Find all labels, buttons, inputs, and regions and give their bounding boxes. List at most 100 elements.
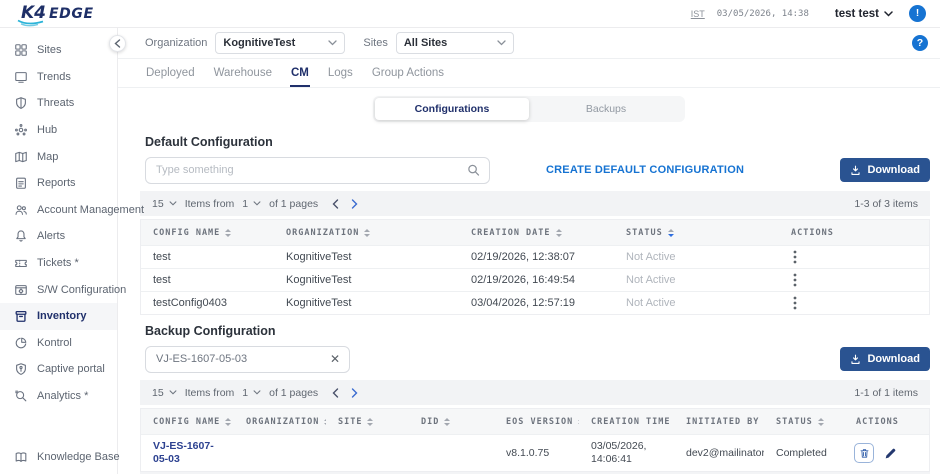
app-window: K4 EDGE IST 03/05/2026, 14:38 test test …	[0, 0, 940, 474]
row-actions-menu-icon[interactable]	[779, 273, 929, 287]
col-did: DID	[421, 417, 439, 427]
notification-badge-icon[interactable]: !	[909, 5, 926, 22]
sidebar-item-label: S/W Configuration	[37, 284, 126, 296]
sort-icon-active[interactable]	[668, 229, 674, 237]
chevron-left-icon	[114, 39, 121, 48]
sidebar-item-account-management[interactable]: Account Management	[0, 197, 117, 224]
col-organization: ORGANIZATION	[246, 417, 319, 427]
download-label: Download	[867, 164, 920, 176]
sidebar-item-kontrol[interactable]: Kontrol	[0, 330, 117, 357]
row-actions-menu-icon[interactable]	[779, 296, 929, 310]
pagination-arrows	[332, 199, 358, 209]
sort-icon[interactable]	[367, 418, 373, 426]
sidebar-item-knowledge-base[interactable]: Knowledge Base	[0, 443, 117, 470]
col-config-name: CONFIG NAME	[153, 228, 220, 238]
sidebar-item-map[interactable]: Map	[0, 143, 117, 170]
table-row: test KognitiveTest 02/19/2026, 12:38:07 …	[141, 245, 929, 268]
edit-button[interactable]	[884, 447, 897, 460]
monitor-icon	[14, 70, 28, 84]
page-select[interactable]: 1	[242, 387, 261, 399]
help-icon[interactable]: ?	[912, 35, 928, 51]
items-range-label: 1-3 of 3 items	[854, 198, 918, 210]
next-page-icon[interactable]	[351, 199, 358, 209]
clear-search-icon[interactable]: ✕	[330, 353, 340, 365]
cell-config-name: test	[141, 251, 274, 263]
default-config-download-button[interactable]: Download	[840, 158, 930, 182]
toggle-configurations[interactable]: Configurations	[375, 98, 529, 120]
sidebar-collapse-button[interactable]	[109, 35, 126, 52]
prev-page-icon[interactable]	[332, 388, 339, 398]
inventory-box-icon	[14, 309, 28, 323]
chevron-down-icon	[497, 40, 506, 46]
sidebar-item-label: Threats	[37, 97, 74, 109]
tab-group-actions[interactable]: Group Actions	[371, 67, 445, 87]
backup-config-download-button[interactable]: Download	[840, 347, 930, 371]
col-creation-time: CREATION TIME	[591, 417, 671, 427]
cell-initiated-by: dev2@mailinator...	[674, 447, 764, 459]
backup-config-search-input[interactable]	[146, 347, 349, 372]
sidebar-item-inventory[interactable]: Inventory	[0, 303, 117, 330]
pagination-arrows	[332, 388, 358, 398]
cell-creation-date: 02/19/2026, 12:38:07	[459, 251, 614, 263]
sidebar-item-alerts[interactable]: Alerts	[0, 223, 117, 250]
sort-icon[interactable]	[444, 418, 450, 426]
shield-icon	[14, 96, 28, 110]
row-actions	[844, 443, 929, 463]
create-default-configuration-link[interactable]: CREATE DEFAULT CONFIGURATION	[546, 164, 744, 176]
backup-config-table: CONFIG NAME ORGANIZATION SITE DID EOS VE…	[140, 408, 930, 472]
tab-logs[interactable]: Logs	[327, 67, 354, 87]
sidebar-item-tickets[interactable]: Tickets *	[0, 250, 117, 277]
sort-icon[interactable]	[364, 229, 370, 237]
page-size-select[interactable]: 15	[152, 198, 177, 210]
sidebar-item-hub[interactable]: Hub	[0, 117, 117, 144]
organization-value: KognitiveTest	[223, 37, 295, 49]
prev-page-icon[interactable]	[332, 199, 339, 209]
backup-config-name-link[interactable]: VJ-ES-1607-05-03	[153, 440, 214, 465]
col-config-name: CONFIG NAME	[153, 417, 220, 427]
page-size-select[interactable]: 15	[152, 387, 177, 399]
cell-organization: KognitiveTest	[274, 251, 459, 263]
sort-icon[interactable]	[225, 418, 231, 426]
table-row: testConfig0403 KognitiveTest 03/04/2026,…	[141, 291, 929, 314]
trash-icon	[859, 448, 870, 459]
sidebar-item-reports[interactable]: Reports	[0, 170, 117, 197]
timezone-link[interactable]: IST	[691, 9, 705, 19]
sidebar-item-captive-portal[interactable]: Captive portal	[0, 356, 117, 383]
cell-organization: KognitiveTest	[274, 297, 459, 309]
default-config-pagination: 15 Items from 1 of 1 pages 1-3 of 3 item…	[140, 191, 930, 216]
sidebar-item-sites[interactable]: Sites	[0, 37, 117, 64]
col-status: STATUS	[626, 228, 663, 238]
main-content: Organization KognitiveTest Sites All Sit…	[118, 28, 940, 474]
next-page-icon[interactable]	[351, 388, 358, 398]
sidebar-item-trends[interactable]: Trends	[0, 64, 117, 91]
delete-button[interactable]	[854, 443, 874, 463]
tab-bar: Deployed Warehouse CM Logs Group Actions	[118, 59, 940, 88]
sort-icon[interactable]	[818, 418, 824, 426]
cell-config-name: test	[141, 274, 274, 286]
sidebar-nav: Sites Trends Threats Hub Map Reports Acc…	[0, 28, 118, 474]
tab-deployed[interactable]: Deployed	[145, 67, 196, 87]
sidebar-item-threats[interactable]: Threats	[0, 90, 117, 117]
user-name: test test	[835, 8, 879, 20]
sort-icon[interactable]	[556, 229, 562, 237]
sidebar-item-sw-configuration[interactable]: S/W Configuration	[0, 276, 117, 303]
row-actions-menu-icon[interactable]	[779, 250, 929, 264]
search-icon[interactable]	[467, 164, 480, 177]
sites-select[interactable]: All Sites	[396, 32, 514, 54]
default-config-search-input[interactable]	[146, 158, 489, 183]
user-menu[interactable]: test test	[835, 8, 893, 20]
toggle-backups[interactable]: Backups	[529, 98, 683, 120]
organization-select[interactable]: KognitiveTest	[215, 32, 345, 54]
tab-warehouse[interactable]: Warehouse	[213, 67, 273, 87]
sidebar-item-label: Tickets *	[37, 257, 79, 269]
sidebar-item-label: Captive portal	[37, 363, 105, 375]
sidebar-item-label: Sites	[37, 44, 61, 56]
page-select[interactable]: 1	[242, 198, 261, 210]
cell-eos-version: v8.1.0.75	[494, 447, 579, 459]
sidebar-item-analytics[interactable]: Analytics *	[0, 383, 117, 410]
tab-cm[interactable]: CM	[290, 67, 310, 87]
sidebar-item-label: Map	[37, 151, 58, 163]
col-site: SITE	[338, 417, 362, 427]
chevron-down-icon	[253, 201, 261, 206]
sort-icon[interactable]	[225, 229, 231, 237]
